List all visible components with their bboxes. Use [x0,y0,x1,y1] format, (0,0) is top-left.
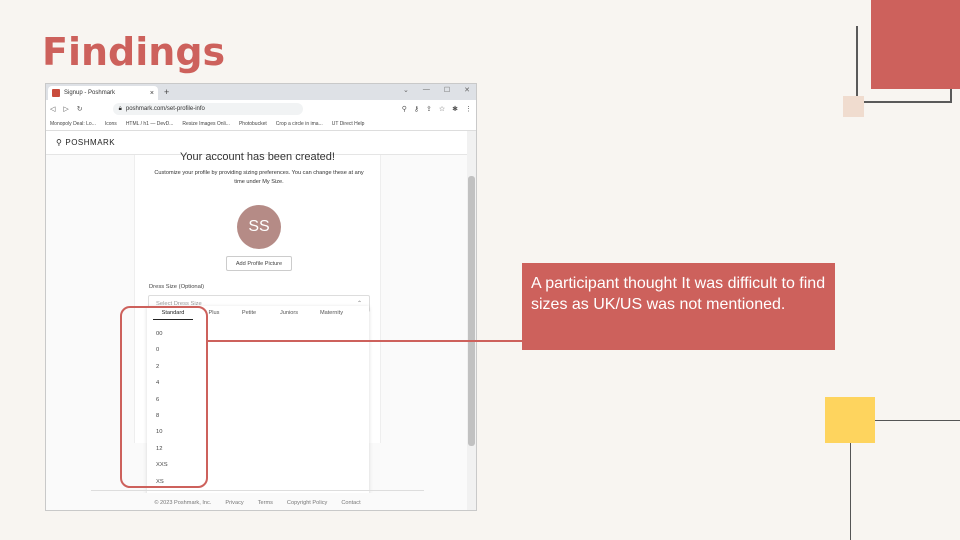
share-icon[interactable]: ⇪ [426,105,432,113]
bookmark-item[interactable]: Monopoly Deal: Lo... [50,121,96,127]
extension-icons: ⚲ ⚷ ⇪ ☆ ✱ ⋮ [402,105,472,113]
browser-screenshot: Signup - Poshmark × + ⌄ — ☐ ✕ ◁ ▷ ↻ 🔒︎ p… [45,83,477,511]
tab-bar: Signup - Poshmark × + ⌄ — ☐ ✕ [46,84,476,100]
scrollbar[interactable] [467,131,476,510]
puzzle-icon[interactable]: ✱ [452,105,458,113]
key-icon[interactable]: ⚷ [414,105,419,113]
tab-search-icon[interactable]: ⌄ [403,86,409,94]
decorative-small-square [843,96,864,117]
tab-petite[interactable]: Petite [229,306,269,320]
footer-divider [91,490,424,491]
close-window-icon[interactable]: ✕ [464,86,470,94]
maximize-icon[interactable]: ☐ [444,86,450,94]
bookmark-item[interactable]: UT Direct Help [332,121,365,127]
star-icon[interactable]: ☆ [439,105,445,113]
avatar: SS [237,205,281,249]
close-tab-icon[interactable]: × [150,90,154,97]
bookmarks-bar: Monopoly Deal: Lo... Icons HTML / h1 — D… [46,118,476,131]
footer-copyright: © 2023 Poshmark, Inc. [154,499,212,506]
menu-icon[interactable]: ⋮ [465,105,472,113]
reload-icon[interactable]: ↻ [77,105,83,113]
poshmark-logo[interactable]: POSHMARK [65,138,115,147]
footer-link-terms[interactable]: Terms [258,500,273,506]
navigation-bar: ◁ ▷ ↻ 🔒︎ poshmark.com/set-profile-info ⚲… [46,100,476,118]
new-tab-button[interactable]: + [164,87,169,97]
dress-size-label: Dress Size (Optional) [149,284,205,290]
address-bar[interactable]: 🔒︎ poshmark.com/set-profile-info [112,103,303,115]
browser-tab[interactable]: Signup - Poshmark × [48,86,158,100]
footer-link-privacy[interactable]: Privacy [225,500,243,506]
decorative-red-square [871,0,960,89]
url-text: poshmark.com/set-profile-info [125,106,205,112]
back-icon[interactable]: ◁ [50,105,55,113]
tab-title: Signup - Poshmark [64,90,116,96]
card-heading: Your account has been created! [180,151,335,163]
bookmark-item[interactable]: Photobucket [239,121,267,127]
window-controls: ⌄ — ☐ ✕ [403,86,470,94]
decorative-vertical-line [850,443,851,540]
lock-icon: 🔒︎ [118,105,122,112]
bookmark-item[interactable]: HTML / h1 — DevD... [126,121,174,127]
add-profile-picture-button[interactable]: Add Profile Picture [226,256,292,271]
forward-icon[interactable]: ▷ [63,105,68,113]
poshmark-logo-icon: ⚲ [56,138,63,147]
page-footer: © 2023 Poshmark, Inc. Privacy Terms Copy… [46,493,469,510]
footer-link-contact[interactable]: Contact [341,500,360,506]
zoom-icon[interactable]: ⚲ [402,105,407,113]
tab-juniors[interactable]: Juniors [269,306,309,320]
finding-callout: A participant thought It was difficult t… [522,263,835,350]
size-list-highlight [120,306,208,488]
slide-title: Findings [42,30,226,74]
minimize-icon[interactable]: — [423,86,430,94]
tab-maternity[interactable]: Maternity [309,306,354,320]
scrollbar-thumb[interactable] [468,176,475,446]
decorative-yellow-square [825,397,875,443]
bookmark-item[interactable]: Crop a circle in ima... [276,121,323,127]
bookmark-item[interactable]: Resize Images Onli... [182,121,230,127]
callout-connector [208,340,522,342]
web-page: ⚲ POSHMARK Your account has been created… [46,131,476,510]
footer-link-copyright-policy[interactable]: Copyright Policy [287,500,327,506]
card-subtitle: Customize your profile by providing sizi… [154,170,364,185]
poshmark-favicon-icon [52,89,60,97]
decorative-horizontal-line [875,420,960,421]
bookmark-item[interactable]: Icons [105,121,117,127]
